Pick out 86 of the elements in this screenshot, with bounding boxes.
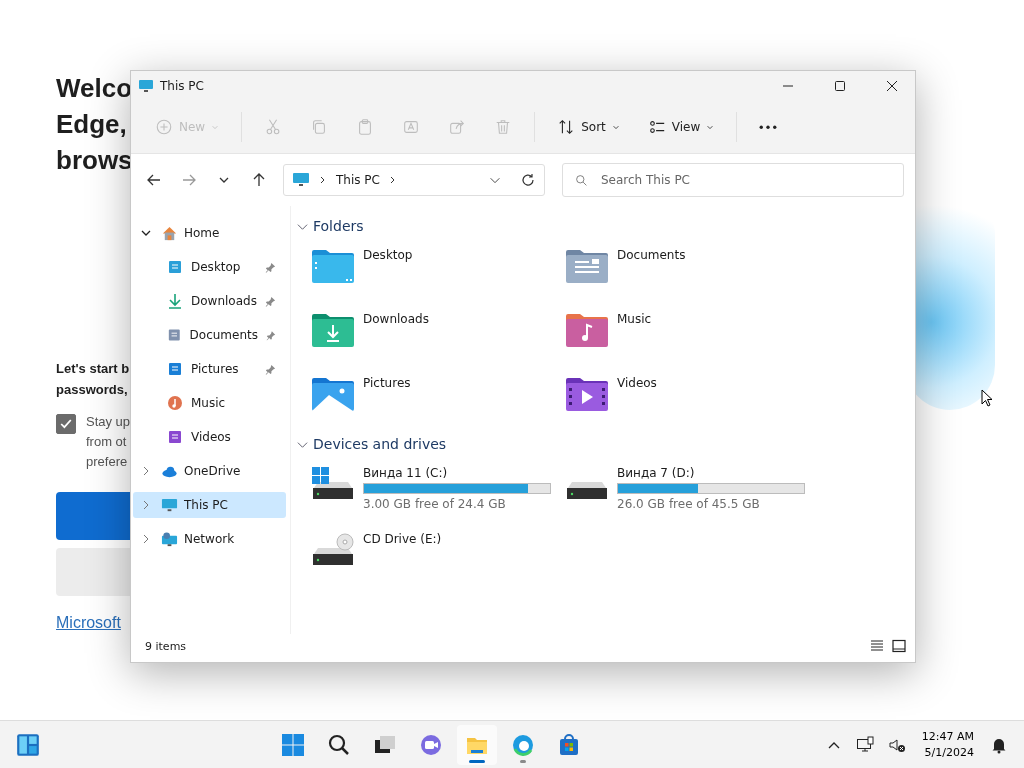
picture-icon — [167, 361, 183, 377]
chat-icon — [419, 732, 444, 757]
folder-icon — [311, 376, 355, 412]
computer-icon — [292, 171, 310, 189]
checkbox[interactable] — [56, 414, 76, 434]
sidebar-item[interactable]: Desktop — [133, 254, 286, 280]
folder-item[interactable]: Pictures — [297, 370, 551, 422]
sidebar-item[interactable]: Home — [133, 220, 286, 246]
desktop-icon — [167, 259, 183, 275]
sidebar-item[interactable]: Pictures — [133, 356, 286, 382]
drive-item[interactable]: CD Drive (E:) — [297, 526, 551, 580]
network-icon — [161, 530, 178, 548]
drive-icon — [311, 466, 355, 502]
folder-item[interactable]: Documents — [551, 242, 805, 294]
start-icon — [281, 732, 306, 757]
refresh-icon[interactable] — [520, 172, 536, 188]
more-icon — [759, 124, 778, 130]
sidebar-item[interactable]: Documents — [133, 322, 286, 348]
privacy-link[interactable]: Microsoft — [56, 614, 121, 632]
folder-icon — [565, 312, 609, 348]
drive-icon — [311, 532, 355, 568]
download-icon — [167, 293, 183, 309]
folder-item[interactable]: Videos — [551, 370, 805, 422]
computer-icon — [161, 496, 178, 514]
folder-icon — [311, 312, 355, 348]
explorer-taskbar-button[interactable] — [457, 724, 498, 765]
home-icon — [161, 224, 178, 242]
welcome-heading: brows — [56, 144, 130, 177]
checkbox-label: from ot — [86, 433, 128, 451]
sidebar-item[interactable]: Network — [133, 526, 286, 552]
section-header[interactable]: Folders — [297, 216, 909, 236]
address-bar[interactable]: This PC — [283, 164, 545, 196]
sidebar-item[interactable]: OneDrive — [133, 458, 286, 484]
folder-icon — [565, 376, 609, 412]
sidebar-item[interactable]: Downloads — [133, 288, 286, 314]
network-icon[interactable] — [855, 735, 874, 754]
pin-icon[interactable] — [266, 329, 276, 341]
sidebar-item[interactable]: Music — [133, 390, 286, 416]
clock-date[interactable]: 5/1/2024 — [924, 744, 974, 761]
checkbox-label: Stay up — [86, 413, 131, 431]
free-space-text: 26.0 GB free of 45.5 GB — [617, 497, 761, 511]
tiles-view-button[interactable] — [891, 638, 907, 654]
sidebar-item[interactable]: Videos — [133, 424, 286, 450]
pin-icon[interactable] — [265, 295, 276, 307]
plus-icon — [155, 118, 173, 136]
caret-icon — [211, 123, 220, 131]
folder-item[interactable]: Music — [551, 306, 805, 358]
drive-item[interactable]: Винда 7 (D:) 26.0 GB free of 45.5 GB — [551, 460, 805, 514]
computer-icon — [138, 78, 154, 94]
window-title: This PC — [160, 79, 204, 93]
folder-icon — [565, 248, 609, 284]
pin-icon[interactable] — [265, 363, 276, 375]
item-count: 9 items — [145, 639, 187, 653]
chevron-icon[interactable] — [141, 228, 151, 238]
widgets-icon[interactable] — [15, 731, 41, 758]
folder-item[interactable]: Desktop — [297, 242, 551, 294]
browser-icon — [511, 732, 536, 757]
sort-button[interactable]: Sort — [545, 112, 632, 142]
details-view-button[interactable] — [869, 638, 885, 654]
caret-icon — [611, 123, 620, 131]
welcome-heading: Welco — [56, 72, 130, 105]
caret-icon — [706, 123, 715, 131]
intro-text: Let's start b — [56, 360, 130, 378]
video-icon — [167, 429, 183, 445]
sidebar-item[interactable]: This PC — [133, 492, 286, 518]
drive-icon — [565, 481, 609, 500]
search-field[interactable]: Search This PC — [562, 163, 904, 197]
music-icon — [167, 395, 183, 411]
view-button[interactable]: View — [635, 112, 727, 142]
folder-item[interactable]: Downloads — [297, 306, 551, 358]
breadcrumb[interactable]: This PC — [336, 173, 380, 187]
list-icon — [647, 118, 666, 136]
rename-icon — [402, 118, 421, 136]
document-icon — [167, 327, 182, 343]
free-space-text: 3.00 GB free of 24.4 GB — [363, 497, 507, 511]
section-header[interactable]: Devices and drives — [297, 434, 909, 454]
drive-item[interactable]: Винда 11 (C:) 3.00 GB free of 24.4 GB — [297, 460, 551, 514]
folder-icon — [311, 248, 355, 284]
welcome-heading: Edge, — [56, 108, 128, 141]
pin-icon[interactable] — [265, 261, 276, 273]
checkbox-label: prefere — [86, 453, 129, 471]
intro-text: passwords, — [56, 381, 129, 399]
search-icon — [575, 174, 588, 187]
share-icon — [448, 118, 467, 136]
clock-time[interactable]: 12:47 AM — [921, 728, 974, 745]
cursor-icon — [981, 389, 993, 407]
